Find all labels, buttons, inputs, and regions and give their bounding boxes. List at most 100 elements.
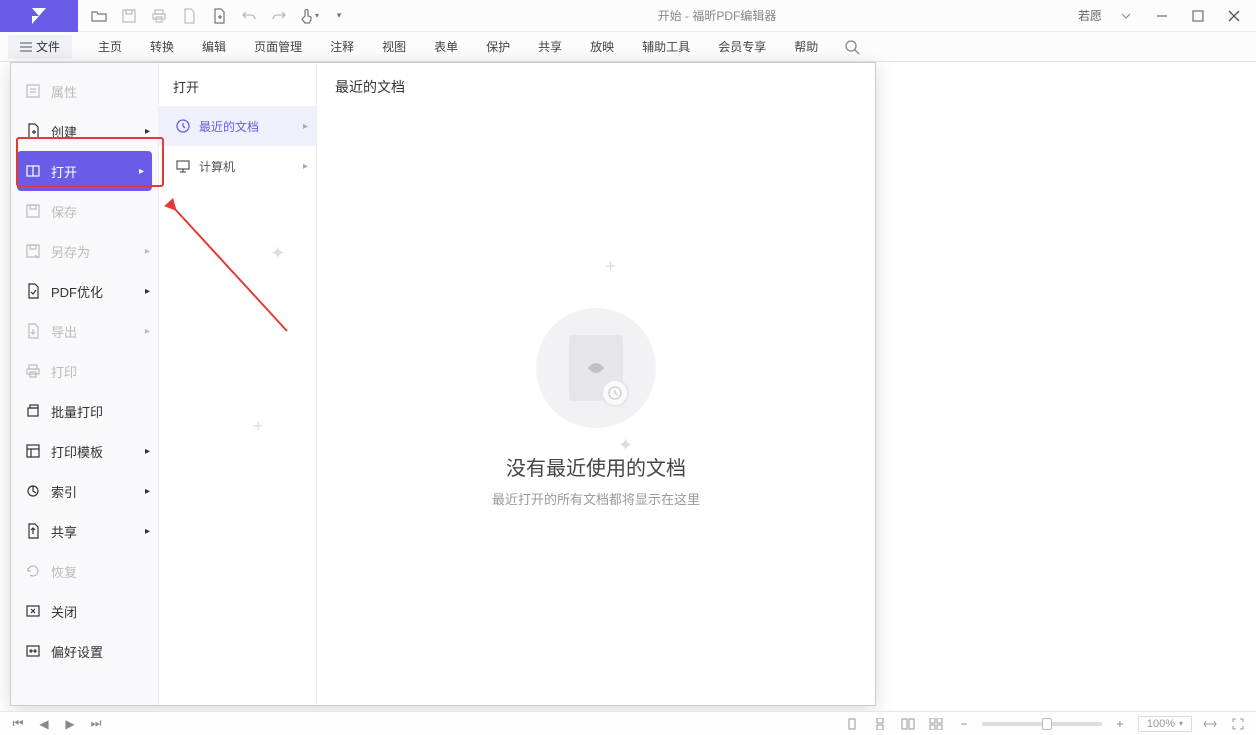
view-facing-icon[interactable] bbox=[898, 715, 918, 733]
file-menu-item-label: PDF优化 bbox=[51, 282, 103, 301]
empty-subtitle: 最近打开的所有文档都将显示在这里 bbox=[492, 489, 700, 508]
status-bar: ⏮ ◀ ▶ ⏭ − + 100%▾ bbox=[0, 711, 1256, 735]
saveas-icon bbox=[23, 243, 43, 259]
file-menu-item-index[interactable]: 索引▸ bbox=[11, 471, 158, 511]
customize-icon[interactable]: ▾ bbox=[326, 3, 352, 29]
page-icon[interactable] bbox=[176, 3, 202, 29]
template-icon bbox=[23, 443, 43, 459]
file-menu-item-open[interactable]: 打开▸ bbox=[17, 151, 152, 191]
file-menu-item-restore: 恢复 bbox=[11, 551, 158, 591]
title-bar: ▾ ▾ 开始 - 福昕PDF编辑器 若愿 bbox=[0, 0, 1256, 32]
zoom-slider[interactable] bbox=[982, 722, 1102, 726]
touch-icon[interactable]: ▾ bbox=[296, 3, 322, 29]
file-menu-item-prefs[interactable]: 偏好设置 bbox=[11, 631, 158, 671]
chevron-right-icon: ▸ bbox=[145, 446, 150, 457]
file-menu-item-label: 打开 bbox=[51, 162, 77, 181]
ribbon-tab[interactable]: 注释 bbox=[316, 32, 368, 62]
file-menu-item-share[interactable]: 共享 ▸ bbox=[11, 511, 158, 551]
file-menu-item-batch[interactable]: 批量打印 bbox=[11, 391, 158, 431]
open-sub-monitor[interactable]: 计算机 ▸ bbox=[159, 146, 316, 186]
ribbon-tab[interactable]: 转换 bbox=[136, 32, 188, 62]
close-icon bbox=[23, 603, 43, 619]
user-name[interactable]: 若愿 bbox=[1074, 7, 1106, 24]
open-sub-clock[interactable]: 最近的文档▸ bbox=[159, 106, 316, 146]
file-menu-item-export: 导出▸ bbox=[11, 311, 158, 351]
window-title: 开始 - 福昕PDF编辑器 bbox=[360, 7, 1074, 24]
file-menu-sidebar: 属性创建▸打开▸保存另存为▸PDF优化▸导出▸打印批量打印打印模板▸索引▸共享▸… bbox=[11, 63, 159, 705]
empty-doc-icon bbox=[536, 308, 656, 428]
undo-icon[interactable] bbox=[236, 3, 262, 29]
minimize-button[interactable] bbox=[1146, 2, 1178, 30]
maximize-button[interactable] bbox=[1182, 2, 1214, 30]
zoom-level[interactable]: 100%▾ bbox=[1138, 716, 1192, 732]
chevron-right-icon: ▸ bbox=[145, 246, 150, 257]
open-sub-label: 计算机 bbox=[199, 158, 235, 175]
open-sub-label: 最近的文档 bbox=[199, 118, 259, 135]
chevron-right-icon: ▸ bbox=[145, 286, 150, 297]
batch-icon bbox=[23, 403, 43, 419]
view-cont-facing-icon[interactable] bbox=[926, 715, 946, 733]
redo-icon[interactable] bbox=[266, 3, 292, 29]
print-icon[interactable] bbox=[146, 3, 172, 29]
chevron-right-icon: ▸ bbox=[303, 161, 308, 172]
chevron-right-icon: ▸ bbox=[145, 126, 150, 137]
file-menu-item-label: 索引 bbox=[51, 482, 77, 501]
clock-badge-icon bbox=[601, 379, 629, 407]
empty-title: 没有最近使用的文档 bbox=[506, 452, 686, 481]
recent-docs-header: 最近的文档 bbox=[317, 63, 875, 111]
prev-page-icon[interactable]: ◀ bbox=[34, 715, 54, 733]
ribbon-tab[interactable]: 放映 bbox=[576, 32, 628, 62]
file-menu-item-optimize[interactable]: PDF优化 ▸ bbox=[11, 271, 158, 311]
file-menu-item-label: 属性 bbox=[51, 82, 77, 101]
ribbon-tab[interactable]: 页面管理 bbox=[240, 32, 316, 62]
print-icon bbox=[23, 363, 43, 379]
ribbon-tabs: 文件 主页转换编辑页面管理注释视图表单保护共享放映辅助工具会员专享帮助 bbox=[0, 32, 1256, 62]
ribbon-tab[interactable]: 会员专享 bbox=[704, 32, 780, 62]
ribbon-tab[interactable]: 编辑 bbox=[188, 32, 240, 62]
next-page-icon[interactable]: ▶ bbox=[60, 715, 80, 733]
view-continuous-icon[interactable] bbox=[870, 715, 890, 733]
search-icon[interactable] bbox=[844, 39, 860, 55]
file-menu-item-info: 属性 bbox=[11, 71, 158, 111]
save-icon[interactable] bbox=[116, 3, 142, 29]
close-button[interactable] bbox=[1218, 2, 1250, 30]
open-icon bbox=[23, 163, 43, 179]
file-menu-item-new[interactable]: 创建▸ bbox=[11, 111, 158, 151]
save-icon bbox=[23, 203, 43, 219]
user-dropdown-icon[interactable] bbox=[1110, 2, 1142, 30]
ribbon-tab[interactable]: 保护 bbox=[472, 32, 524, 62]
fullscreen-icon[interactable] bbox=[1228, 715, 1248, 733]
open-subpanel: 打开 最近的文档▸计算机▸ bbox=[159, 63, 317, 705]
index-icon bbox=[23, 483, 43, 499]
quick-toolbar: ▾ ▾ bbox=[78, 3, 360, 29]
new-icon bbox=[23, 123, 43, 139]
file-menu-item-close[interactable]: 关闭 bbox=[11, 591, 158, 631]
last-page-icon[interactable]: ⏭ bbox=[86, 715, 106, 733]
ribbon-tab[interactable]: 辅助工具 bbox=[628, 32, 704, 62]
zoom-value: 100% bbox=[1147, 718, 1175, 730]
ribbon-tab[interactable]: 帮助 bbox=[780, 32, 832, 62]
ribbon-tab[interactable]: 视图 bbox=[368, 32, 420, 62]
file-tab[interactable]: 文件 bbox=[8, 35, 72, 59]
zoom-out-icon[interactable]: − bbox=[954, 715, 974, 733]
fit-width-icon[interactable] bbox=[1200, 715, 1220, 733]
recent-docs-panel: 最近的文档 ✦ + + ✦ 没有最近使用的文档 最近打开的所有文档都将显示在这里 bbox=[317, 63, 875, 705]
zoom-in-icon[interactable]: + bbox=[1110, 715, 1130, 733]
file-menu-item-template[interactable]: 打印模板▸ bbox=[11, 431, 158, 471]
ribbon-tab[interactable]: 主页 bbox=[84, 32, 136, 62]
open-icon[interactable] bbox=[86, 3, 112, 29]
file-menu-panel: 属性创建▸打开▸保存另存为▸PDF优化▸导出▸打印批量打印打印模板▸索引▸共享▸… bbox=[10, 62, 876, 706]
file-menu-item-label: 共享 bbox=[51, 522, 77, 541]
clock-icon bbox=[173, 118, 193, 134]
file-menu-item-saveas: 另存为▸ bbox=[11, 231, 158, 271]
file-menu-item-label: 偏好设置 bbox=[51, 642, 103, 661]
add-page-icon[interactable] bbox=[206, 3, 232, 29]
ribbon-tab[interactable]: 表单 bbox=[420, 32, 472, 62]
optimize-icon bbox=[23, 283, 43, 299]
chevron-right-icon: ▸ bbox=[145, 326, 150, 337]
chevron-right-icon: ▸ bbox=[145, 526, 150, 537]
restore-icon bbox=[23, 563, 43, 579]
ribbon-tab[interactable]: 共享 bbox=[524, 32, 576, 62]
view-single-icon[interactable] bbox=[842, 715, 862, 733]
first-page-icon[interactable]: ⏮ bbox=[8, 715, 28, 733]
